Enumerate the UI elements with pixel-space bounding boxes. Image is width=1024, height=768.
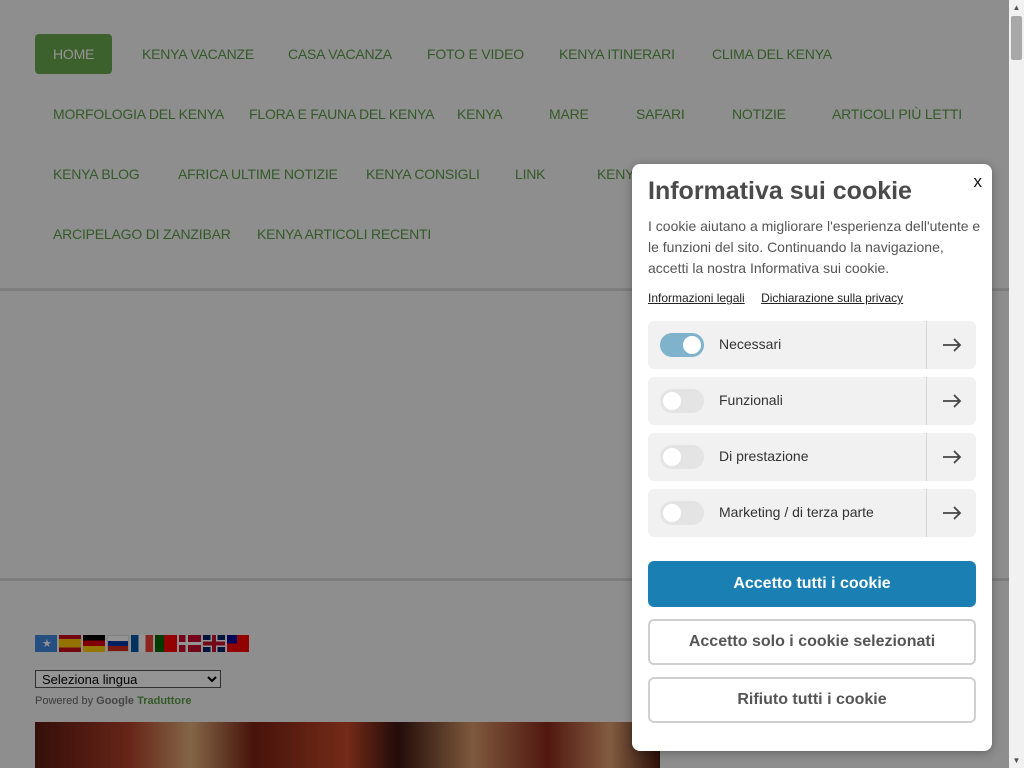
accept-all-button[interactable]: Accetto tutti i cookie — [648, 561, 976, 607]
category-label: Marketing / di terza parte — [719, 504, 874, 520]
vertical-scrollbar[interactable]: ▲ ▼ — [1009, 0, 1024, 768]
toggle-necessari[interactable] — [660, 333, 704, 357]
arrow-right-icon[interactable] — [926, 433, 976, 481]
toggle-knob — [663, 504, 681, 522]
cookie-dialog-description: I cookie aiutano a migliorare l'esperien… — [648, 218, 981, 276]
category-label: Funzionali — [719, 392, 783, 408]
arrow-right-icon[interactable] — [926, 377, 976, 425]
toggle-knob — [663, 392, 681, 410]
accept-selected-button[interactable]: Accetto solo i cookie selezionati — [648, 619, 976, 665]
toggle-marketing[interactable] — [660, 501, 704, 525]
cookie-links: Informazioni legali Dichiarazione sulla … — [648, 291, 916, 305]
reject-all-button[interactable]: Rifiuto tutti i cookie — [648, 677, 976, 723]
cookie-consent-dialog: x Informativa sui cookie I cookie aiutan… — [632, 164, 992, 751]
close-button[interactable]: x — [974, 172, 983, 192]
arrow-right-icon[interactable] — [926, 489, 976, 537]
toggle-knob — [663, 448, 681, 466]
toggle-knob — [683, 336, 701, 354]
scroll-up-icon[interactable]: ▲ — [1009, 0, 1024, 15]
cookie-category-prestazione: Di prestazione — [648, 433, 976, 481]
scroll-thumb[interactable] — [1011, 16, 1022, 60]
category-label: Di prestazione — [719, 448, 809, 464]
scroll-down-icon[interactable]: ▼ — [1009, 753, 1024, 768]
toggle-funzionali[interactable] — [660, 389, 704, 413]
category-label: Necessari — [719, 336, 782, 352]
cookie-category-marketing: Marketing / di terza parte — [648, 489, 976, 537]
cookie-category-necessari: Necessari — [648, 321, 976, 369]
arrow-right-icon[interactable] — [926, 321, 976, 369]
cookie-dialog-title: Informativa sui cookie — [648, 177, 912, 205]
toggle-prestazione[interactable] — [660, 445, 704, 469]
cookie-category-funzionali: Funzionali — [648, 377, 976, 425]
privacy-statement-link[interactable]: Dichiarazione sulla privacy — [761, 291, 903, 305]
legal-info-link[interactable]: Informazioni legali — [648, 291, 745, 305]
